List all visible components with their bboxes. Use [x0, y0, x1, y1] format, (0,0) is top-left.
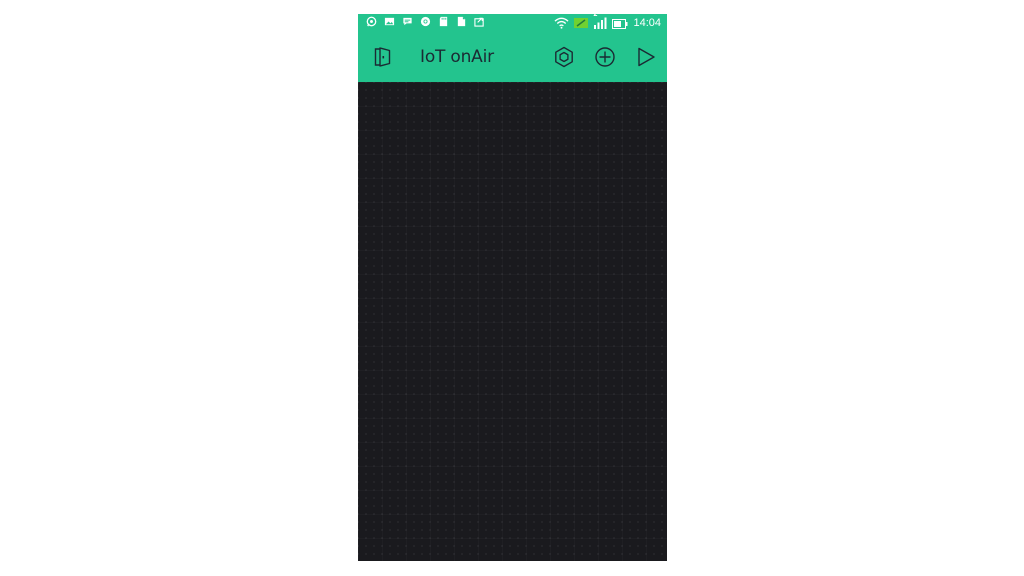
sim-slot-label: 2: [593, 14, 598, 18]
clock-time: 14:04: [633, 17, 661, 29]
phone-screen: 2 14:04 IoT onAir: [358, 14, 667, 561]
settings-hexagon-icon: [555, 46, 573, 68]
notification-icons: [366, 16, 485, 27]
add-widget-icon: [595, 47, 615, 67]
project-settings-button[interactable]: [552, 45, 576, 69]
whatsapp-icon: [366, 16, 377, 27]
canvas-grid: [358, 82, 667, 561]
app-toolbar: IoT onAir: [358, 32, 667, 82]
battery-icon: [612, 14, 628, 33]
signal-icon: 2: [593, 14, 607, 33]
widget-canvas[interactable]: [358, 82, 667, 561]
chat-icon: [402, 16, 413, 27]
chrome-icon: [420, 16, 431, 27]
photo-share-icon: [474, 16, 485, 27]
sd-card-icon: [438, 16, 449, 27]
project-title: IoT onAir: [420, 47, 494, 67]
play-icon: [638, 47, 655, 67]
data-saver-icon: [574, 14, 589, 33]
wifi-icon: [554, 14, 569, 33]
status-bar: 2 14:04: [358, 14, 667, 32]
image-icon: [384, 16, 395, 27]
exit-project-button[interactable]: [371, 45, 395, 69]
exit-icon: [374, 47, 391, 67]
play-button[interactable]: [634, 45, 658, 69]
system-icons: 2 14:04: [554, 14, 661, 33]
add-widget-button[interactable]: [593, 45, 617, 69]
file-icon: [456, 16, 467, 27]
